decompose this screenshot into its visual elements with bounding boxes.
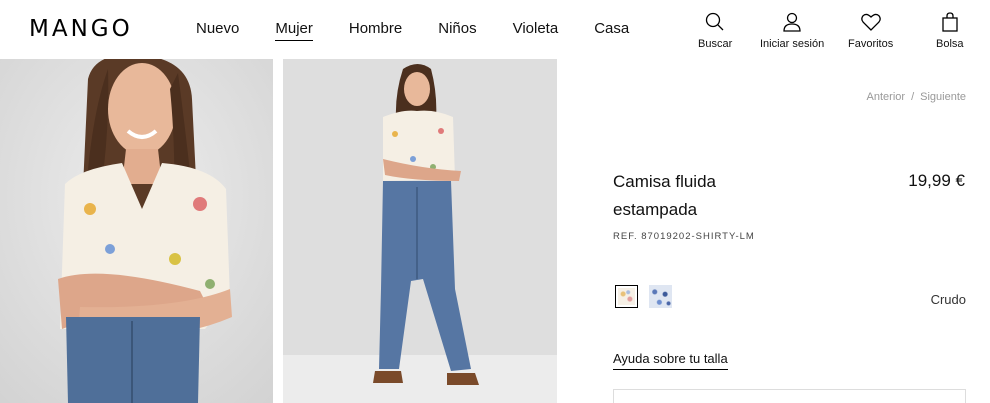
previous-link[interactable]: Anterior [867, 91, 906, 103]
user-icon [783, 12, 801, 32]
color-swatch-crudo[interactable] [615, 285, 638, 308]
main-nav: Nuevo Mujer Hombre Niños Violeta Casa [196, 20, 665, 41]
nav-item-ninos[interactable]: Niños [438, 20, 476, 41]
pager-separator: / [911, 91, 915, 103]
favorites-button[interactable]: Favoritos [848, 12, 893, 50]
bag-label: Bolsa [936, 38, 964, 50]
header: MANGO Nuevo Mujer Hombre Niños Violeta C… [0, 0, 990, 58]
bag-button[interactable]: Bolsa [936, 12, 964, 50]
product-reference: REF. 87019202-SHIRTY-LM [613, 231, 755, 242]
blue-print-swatch-icon [649, 285, 672, 308]
product-pager: Anterior / Siguiente [867, 91, 966, 103]
login-label: Iniciar sesión [760, 38, 825, 50]
heart-icon [860, 13, 881, 31]
next-link[interactable]: Siguiente [920, 91, 966, 103]
color-swatch-blue-print[interactable] [649, 285, 672, 308]
size-selector[interactable] [613, 389, 966, 403]
mango-logo[interactable]: MANGO [29, 16, 133, 42]
size-help-link[interactable]: Ayuda sobre tu talla [613, 351, 728, 370]
floral-cream-swatch-icon [618, 288, 635, 305]
search-label: Buscar [698, 38, 733, 50]
product-price: 19,99 € [908, 171, 965, 190]
search-icon [705, 12, 724, 31]
nav-item-hombre[interactable]: Hombre [349, 20, 402, 41]
search-button[interactable]: Buscar [698, 12, 732, 50]
nav-item-casa[interactable]: Casa [594, 20, 629, 41]
nav-item-violeta[interactable]: Violeta [513, 20, 559, 41]
product-image-full-body[interactable] [283, 59, 557, 403]
login-button[interactable]: Iniciar sesión [760, 12, 824, 50]
bag-icon [942, 12, 958, 32]
nav-item-mujer[interactable]: Mujer [275, 20, 313, 41]
product-image-closeup[interactable] [0, 59, 273, 403]
nav-item-nuevo[interactable]: Nuevo [196, 20, 239, 41]
product-title: Camisa fluida estampada [613, 172, 716, 219]
selected-color-name: Crudo [930, 292, 966, 307]
favorites-label: Favoritos [848, 38, 894, 50]
